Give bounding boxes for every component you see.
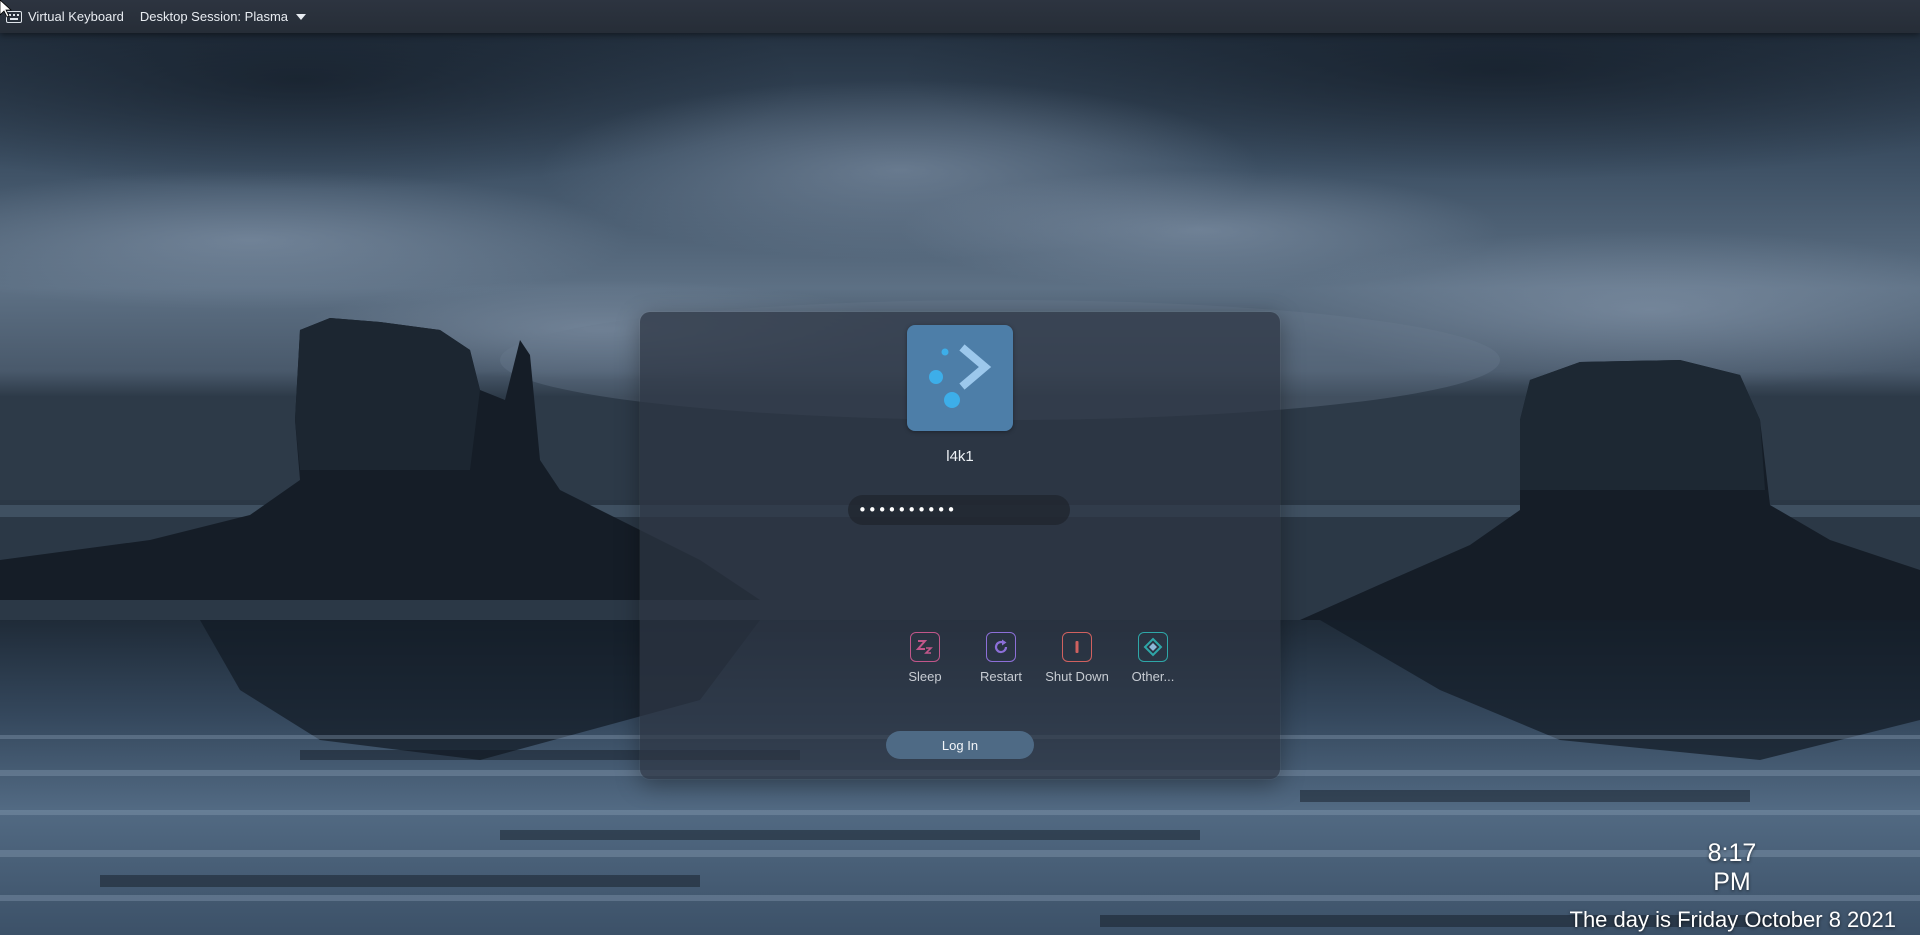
login-panel: l4k1 Sleep Restart Shut Down	[640, 312, 1280, 779]
clock-time: 8:17 PM	[1707, 839, 1757, 896]
username-label: l4k1	[946, 448, 974, 465]
desktop-session-dropdown[interactable]: Desktop Session: Plasma	[140, 0, 306, 33]
user-avatar-icon	[929, 344, 992, 408]
chevron-down-icon	[296, 13, 306, 20]
virtual-keyboard-button[interactable]: Virtual Keyboard	[0, 0, 140, 33]
shutdown-icon	[1062, 632, 1092, 662]
virtual-keyboard-label: Virtual Keyboard	[28, 9, 124, 24]
login-button[interactable]: Log In	[886, 731, 1034, 759]
other-icon	[1138, 632, 1168, 662]
restart-button[interactable]: Restart	[961, 632, 1041, 684]
sleep-button[interactable]: Sleep	[885, 632, 965, 684]
shutdown-button[interactable]: Shut Down	[1037, 632, 1117, 684]
desktop-session-label: Desktop Session: Plasma	[139, 9, 288, 24]
sleep-label: Sleep	[908, 669, 942, 684]
other-label: Other...	[1131, 669, 1175, 684]
clock-widget: 8:17 PM The day is Friday October 8 2021	[1570, 839, 1897, 933]
clock-date: The day is Friday October 8 2021	[1569, 907, 1897, 932]
user-avatar[interactable]	[907, 325, 1013, 431]
restart-label: Restart	[980, 669, 1022, 684]
other-button[interactable]: Other...	[1113, 632, 1193, 684]
restart-icon	[986, 632, 1016, 662]
shutdown-label: Shut Down	[1045, 669, 1109, 684]
mouse-cursor-icon	[0, 0, 12, 18]
sleep-icon	[910, 632, 940, 662]
password-field[interactable]	[848, 495, 1070, 525]
top-bar: Virtual Keyboard Desktop Session: Plasma	[0, 0, 1920, 33]
